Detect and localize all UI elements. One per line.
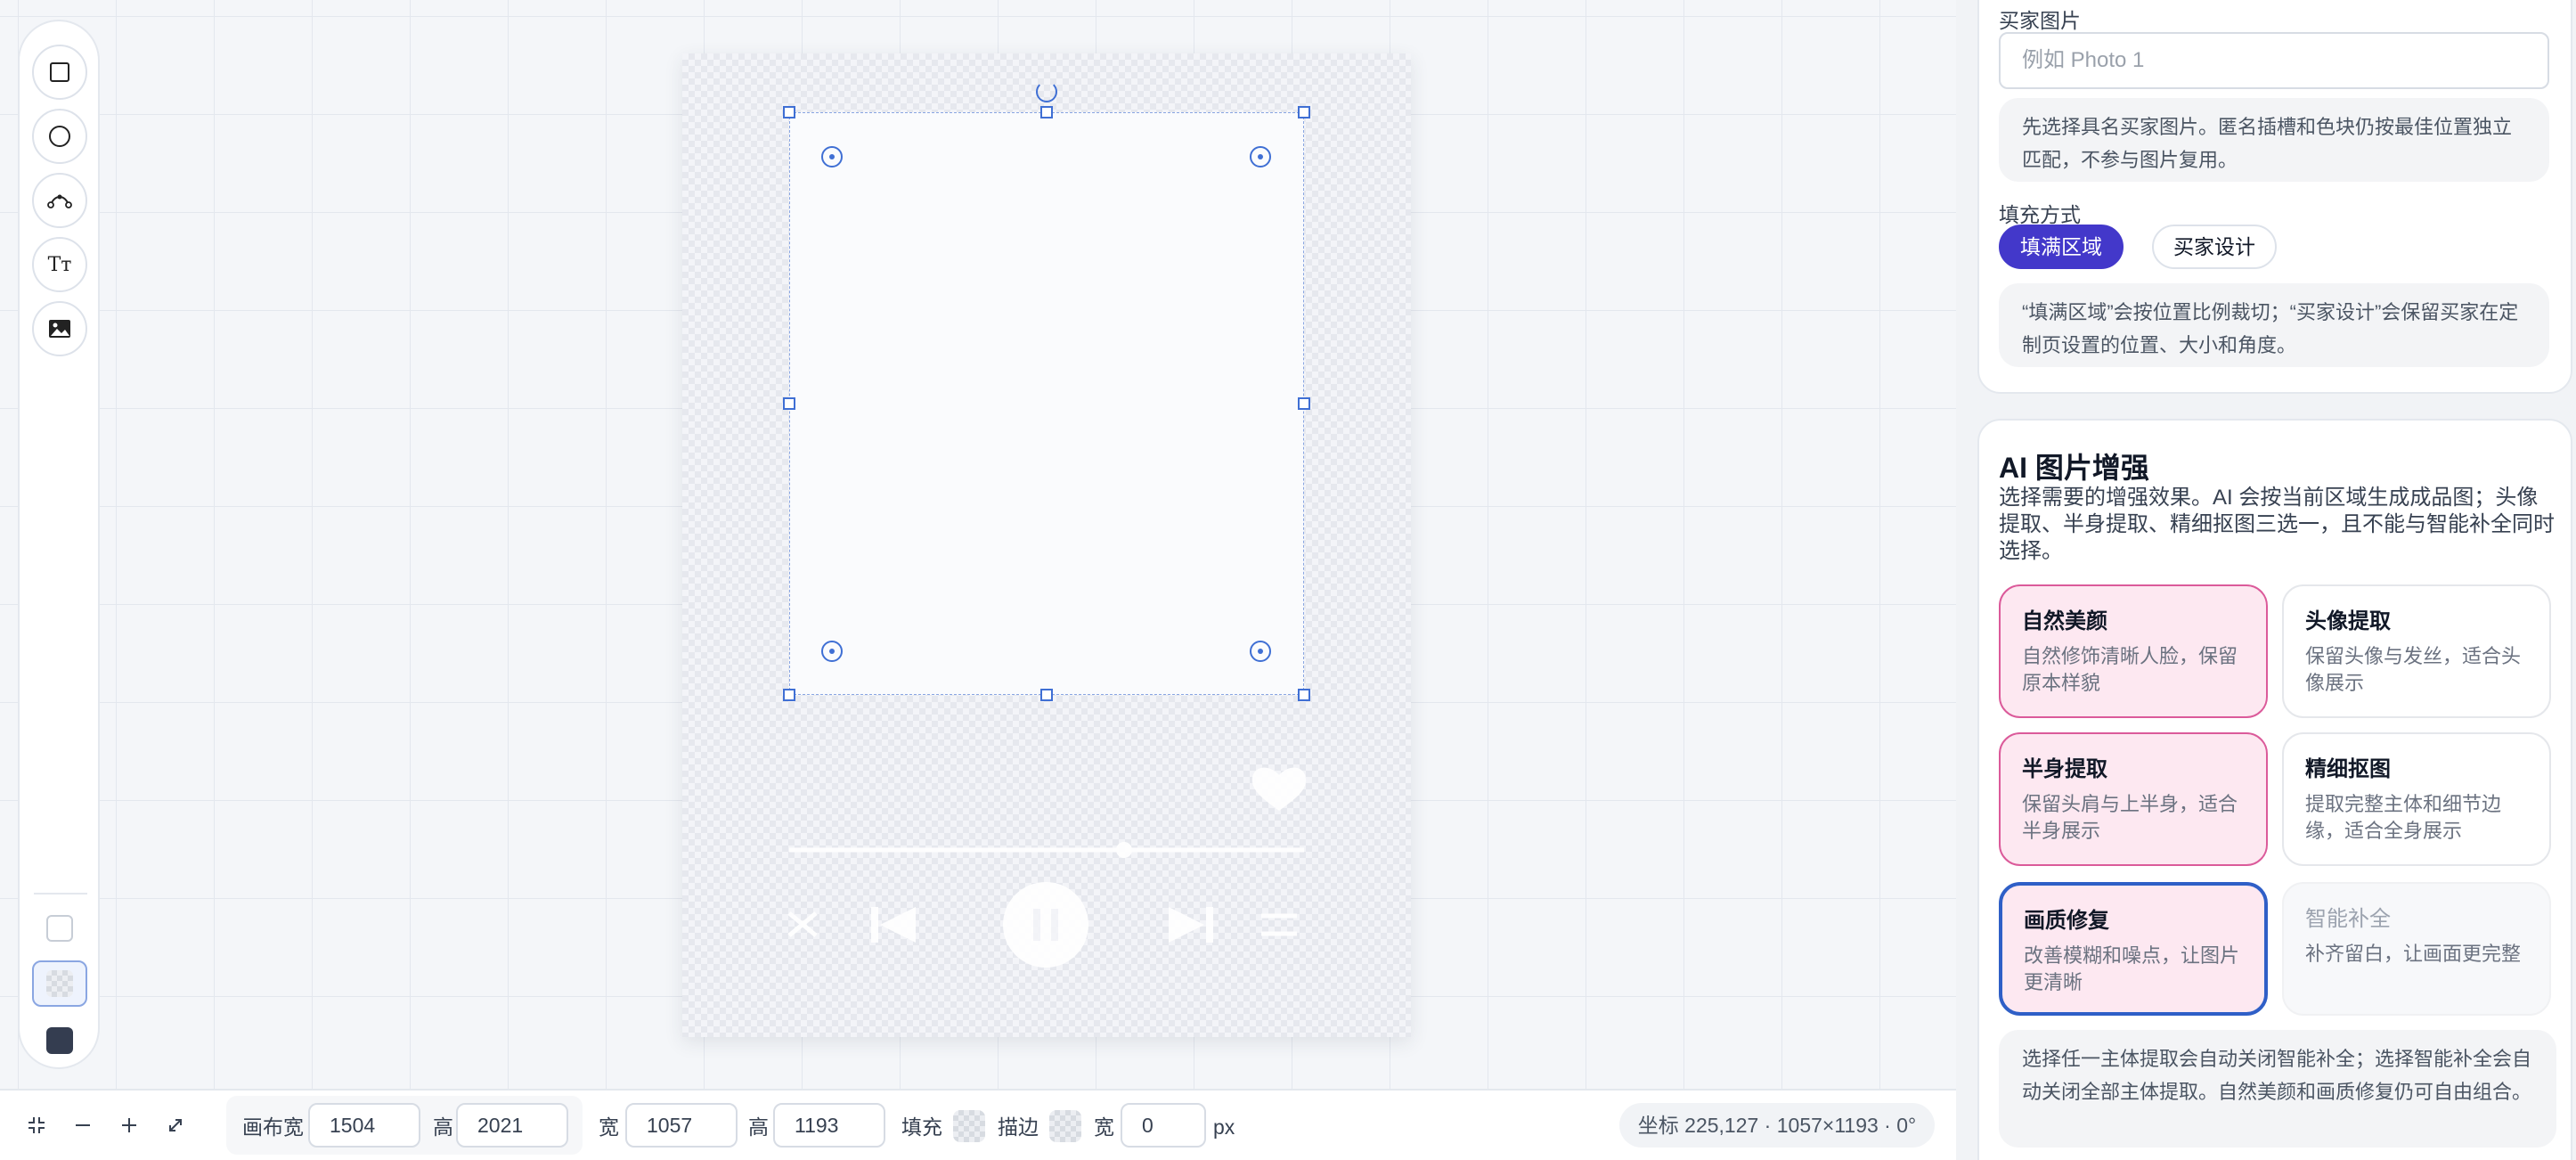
canvas-height-label: 高 — [433, 1115, 453, 1139]
corner-anchor-bottom-left[interactable] — [821, 641, 843, 662]
toolbar-divider — [34, 893, 87, 895]
transparent-fill-toggle[interactable] — [32, 960, 87, 1007]
height-input[interactable]: 1193 — [773, 1103, 885, 1148]
option-description: 自然修饰清晰人脸，保留原本样貌 — [2022, 645, 2238, 694]
circle-icon — [48, 125, 71, 148]
option-title: 智能补全 — [2305, 907, 2391, 931]
ai-section-title: AI 图片增强 — [1999, 452, 2149, 484]
tool-palette: Tт — [18, 20, 100, 1069]
bottom-properties-bar: 画布宽 1504 高 2021 宽 1057 高 1193 填充 描边 宽 0 … — [0, 1089, 1956, 1160]
buyer-image-note: 先选择具名买家图片。匿名插槽和色块仍按最佳位置独立匹配，不参与图片复用。 — [1999, 98, 2549, 182]
option-title: 精细抠图 — [2305, 757, 2391, 781]
ellipse-tool-button[interactable] — [32, 109, 87, 164]
rotate-handle[interactable] — [1036, 81, 1057, 102]
corner-anchor-top-left[interactable] — [821, 146, 843, 167]
fill-color-swatch[interactable] — [32, 1017, 87, 1064]
color-swatch-icon — [46, 1027, 73, 1054]
fill-label: 填充 — [901, 1115, 942, 1139]
resize-handle-bottom[interactable] — [1040, 689, 1053, 701]
stroke-width-input[interactable]: 0 — [1121, 1103, 1206, 1148]
option-description: 保留头像与发丝，适合头像展示 — [2305, 645, 2522, 694]
stroke-label: 描边 — [998, 1115, 1039, 1139]
option-title: 自然美颜 — [2022, 609, 2107, 633]
zoom-out-icon[interactable] — [69, 1112, 96, 1139]
fill-mode-label: 填充方式 — [1999, 203, 2081, 226]
no-fill-toggle[interactable] — [32, 905, 87, 952]
text-icon: Tт — [47, 253, 72, 276]
text-tool-button[interactable]: Tт — [32, 237, 87, 292]
ai-option-smart-fill[interactable]: 智能补全 补齐留白，让画面更完整 — [2282, 882, 2551, 1016]
bezier-icon — [47, 191, 72, 210]
fill-mode-fill-area[interactable]: 填满区域 — [1999, 225, 2124, 269]
corner-anchor-top-right[interactable] — [1250, 146, 1271, 167]
height-label: 高 — [748, 1115, 769, 1139]
option-description: 补齐留白，让画面更完整 — [2305, 943, 2522, 965]
pen-tool-button[interactable] — [32, 173, 87, 228]
properties-panel[interactable]: 买家图片 例如 Photo 1 先选择具名买家图片。匿名插槽和色块仍按最佳位置独… — [1956, 0, 2576, 1160]
image-icon — [48, 319, 71, 339]
canvas-area[interactable]: Tт 画布宽 1504 高 2021 宽 1057 高 1193 填充 描边 宽… — [0, 0, 1956, 1160]
ai-option-fine-cutout[interactable]: 精细抠图 提取完整主体和细节边缘，适合全身展示 — [2282, 732, 2551, 866]
fill-mode-buyer-design[interactable]: 买家设计 — [2152, 225, 2277, 269]
resize-handle-top[interactable] — [1040, 106, 1053, 118]
option-title: 画质修复 — [2024, 909, 2109, 933]
checkerboard-icon — [46, 970, 73, 997]
empty-square-icon — [46, 915, 73, 942]
option-description: 改善模糊和噪点，让图片更清晰 — [2024, 944, 2240, 993]
image-slot-settings-card: 买家图片 例如 Photo 1 先选择具名买家图片。匿名插槽和色块仍按最佳位置独… — [1977, 0, 2572, 394]
canvas-height-input[interactable]: 2021 — [456, 1103, 568, 1148]
option-title: 头像提取 — [2305, 609, 2391, 633]
ai-option-half-body-extract[interactable]: 半身提取 保留头肩与上半身，适合半身展示 — [1999, 732, 2268, 866]
option-description: 保留头肩与上半身，适合半身展示 — [2022, 793, 2238, 842]
stroke-color-swatch[interactable] — [1049, 1110, 1081, 1142]
resize-handle-right[interactable] — [1298, 397, 1310, 410]
option-title: 半身提取 — [2022, 757, 2107, 781]
zoom-in-icon[interactable] — [116, 1112, 143, 1139]
square-icon — [49, 61, 70, 83]
fit-screen-icon[interactable] — [23, 1112, 50, 1139]
buyer-image-input[interactable]: 例如 Photo 1 — [1999, 32, 2549, 89]
coordinate-status: 坐标 225,127 · 1057×1193 · 0° — [1619, 1103, 1935, 1148]
resize-handle-bottom-right[interactable] — [1298, 689, 1310, 701]
rectangle-tool-button[interactable] — [32, 45, 87, 100]
fill-mode-note: “填满区域”会按位置比例裁切；“买家设计”会保留买家在定制页设置的位置、大小和角… — [1999, 283, 2549, 367]
expand-icon[interactable] — [162, 1112, 189, 1139]
unit-label: px — [1213, 1115, 1235, 1139]
image-tool-button[interactable] — [32, 301, 87, 356]
buyer-image-label: 买家图片 — [1999, 9, 2081, 32]
resize-handle-top-left[interactable] — [783, 106, 795, 118]
corner-anchor-bottom-right[interactable] — [1250, 641, 1271, 662]
resize-handle-top-right[interactable] — [1298, 106, 1310, 118]
option-description: 提取完整主体和细节边缘，适合全身展示 — [2305, 793, 2502, 842]
ai-options-note: 选择任一主体提取会自动关闭智能补全；选择智能补全会自动关闭全部主体提取。自然美颜… — [1999, 1030, 2556, 1148]
canvas-width-input[interactable]: 1504 — [308, 1103, 420, 1148]
resize-handle-bottom-left[interactable] — [783, 689, 795, 701]
width-label: 宽 — [599, 1115, 619, 1139]
image-slot-selection[interactable] — [789, 112, 1304, 695]
stroke-width-label: 宽 — [1094, 1115, 1114, 1139]
player-template-graphics — [787, 767, 1307, 968]
ai-section-description: 选择需要的增强效果。AI 会按当前区域生成成品图；头像提取、半身提取、精细抠图三… — [1999, 486, 2555, 563]
ai-option-quality-restore[interactable]: 画质修复 改善模糊和噪点，让图片更清晰 — [1999, 882, 2268, 1016]
fill-color-swatch[interactable] — [953, 1110, 985, 1142]
ai-option-avatar-extract[interactable]: 头像提取 保留头像与发丝，适合头像展示 — [2282, 584, 2551, 718]
ai-option-natural-beauty[interactable]: 自然美颜 自然修饰清晰人脸，保留原本样貌 — [1999, 584, 2268, 718]
resize-handle-left[interactable] — [783, 397, 795, 410]
width-input[interactable]: 1057 — [625, 1103, 738, 1148]
ai-enhancement-card: AI 图片增强 选择需要的增强效果。AI 会按当前区域生成成品图；头像提取、半身… — [1977, 419, 2572, 1160]
canvas-width-label: 画布宽 — [242, 1115, 304, 1139]
